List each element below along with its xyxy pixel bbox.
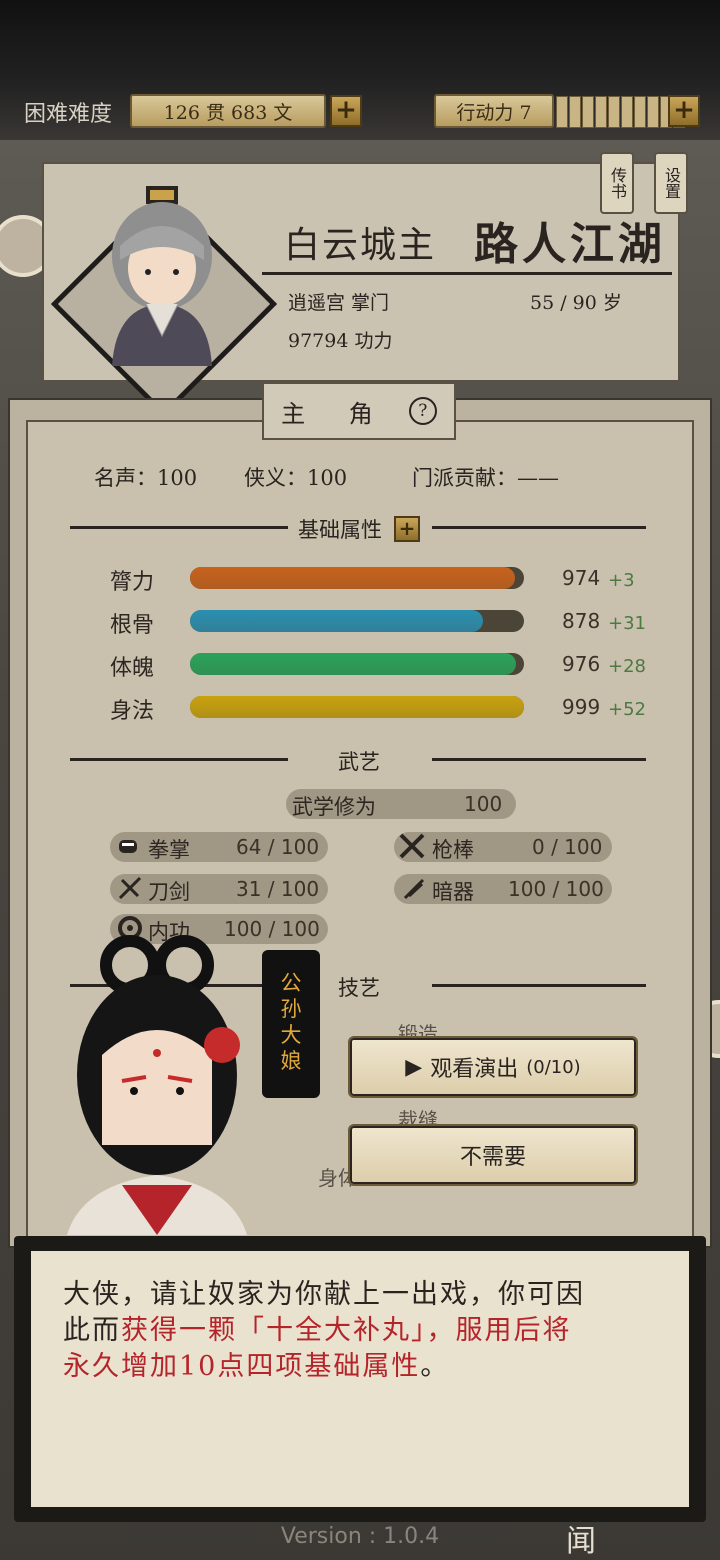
attr-value: 974 <box>562 566 601 590</box>
top-bar: 困难难度 126 贯 683 文 + 行动力 7 + <box>0 0 720 140</box>
attr-bar-fill <box>190 653 516 675</box>
dialog-box[interactable]: 大侠，请让奴家为你献上一出戏，你可因 此而获得一颗「十全大补丸」，服用后将 永久… <box>28 1248 692 1510</box>
spear-icon <box>398 832 426 860</box>
martial-value: 64 / 100 <box>236 835 320 859</box>
attr-bar-fill <box>190 610 484 632</box>
martial-value: 0 / 100 <box>532 835 603 859</box>
dialog-line-3-highlight: 永久增加10点四项基础属性 <box>63 1351 421 1382</box>
dialog-line-2-plain: 此而 <box>63 1315 121 1346</box>
play-icon: ▶ <box>405 1054 423 1080</box>
martial-value: 100 / 100 <box>508 877 604 901</box>
decline-button[interactable]: 不需要 <box>348 1124 638 1186</box>
attr-bonus: +52 <box>608 699 646 720</box>
dialog-text: 大侠，请让奴家为你献上一出戏，你可因 此而获得一颗「十全大补丸」，服用后将 永久… <box>63 1277 673 1385</box>
profile-title: 白云城主 <box>284 225 437 266</box>
martial-label: 暗器 <box>432 880 474 904</box>
martial-divider-left <box>70 758 288 761</box>
profile-age: 55 / 90 岁 <box>530 292 622 314</box>
attr-bonus: +31 <box>608 613 646 634</box>
attr-divider-left <box>70 526 288 529</box>
cultivation-label: 武学修为 <box>292 795 376 819</box>
basic-attrs-header: 基础属性 <box>298 518 382 542</box>
skills-divider-right <box>432 984 646 987</box>
attr-value: 878 <box>562 609 601 633</box>
martial-label: 拳掌 <box>148 838 190 862</box>
add-money-button[interactable]: + <box>330 95 362 127</box>
attr-label: 膂力 <box>110 570 155 595</box>
watch-show-label: 观看演出 <box>430 1057 519 1082</box>
attr-label: 身法 <box>110 699 155 724</box>
version-text: Version : 1.0.4 <box>280 1524 440 1549</box>
avatar[interactable] <box>106 186 218 366</box>
tab-label: 主 角 <box>281 399 391 428</box>
martial-label: 枪棒 <box>432 838 474 862</box>
profile-nickname: 路人江湖 <box>474 219 666 270</box>
sect-contribution-text: 门派贡献：—— <box>412 466 559 490</box>
attr-bar-track <box>190 567 524 589</box>
martial-value: 31 / 100 <box>236 877 320 901</box>
profile-divider <box>262 272 672 275</box>
dialog-line-2-highlight: 获得一颗「十全大补丸」，服用后将 <box>121 1315 572 1346</box>
martial-label: 刀剑 <box>148 880 190 904</box>
letter-button[interactable]: 传书 <box>600 152 634 214</box>
dialog-line-3-plain: 。 <box>420 1351 450 1382</box>
money-display: 126 贯 683 文 <box>130 94 326 128</box>
attr-bar-fill <box>190 696 524 718</box>
skills-header: 技艺 <box>338 976 380 1000</box>
decline-label: 不需要 <box>459 1145 526 1170</box>
action-points-bar <box>556 96 685 128</box>
attr-bar-track <box>190 653 524 675</box>
sword-icon <box>116 874 144 902</box>
attr-add-button[interactable]: + <box>394 516 420 542</box>
attr-bar-fill <box>190 567 516 589</box>
attr-value: 976 <box>562 652 601 676</box>
watch-show-count: (0/10) <box>526 1056 581 1078</box>
attr-bar-track <box>190 610 524 632</box>
attr-value: 999 <box>562 695 601 719</box>
settings-button[interactable]: 设置 <box>654 152 688 214</box>
help-icon[interactable]: ? <box>408 397 437 425</box>
attr-label: 根骨 <box>110 613 155 638</box>
profile-sect: 逍遥宫 掌门 <box>288 292 390 314</box>
action-points-display: 行动力 7 <box>434 94 554 128</box>
profile-card: 白云城主 路人江湖 逍遥宫 掌门 55 / 90 岁 97794 功力 <box>42 162 680 418</box>
martial-divider-right <box>432 758 646 761</box>
dialog-line-1: 大侠，请让奴家为你献上一出戏，你可因 <box>63 1279 585 1310</box>
dart-icon <box>400 874 428 902</box>
npc-name: 公孙大娘 <box>280 971 302 1073</box>
martial-header: 武艺 <box>338 750 380 774</box>
cultivation-value: 100 <box>464 792 503 816</box>
attr-bonus: +28 <box>608 656 646 677</box>
attr-label: 体魄 <box>110 656 155 681</box>
attr-divider-right <box>432 526 646 529</box>
bottom-nav-corner-label[interactable]: 闻 <box>566 1516 596 1560</box>
fame-text: 名声：100 <box>94 466 198 490</box>
dialog-line-3: 永久增加10点四项基础属性。 <box>63 1349 673 1385</box>
npc-portrait <box>62 935 252 1235</box>
watch-show-button[interactable]: ▶ 观看演出 (0/10) <box>348 1036 638 1098</box>
fist-icon <box>116 834 140 858</box>
tab-protagonist[interactable]: 主 角 ? <box>262 382 456 440</box>
dialog-line-2: 此而获得一颗「十全大补丸」，服用后将 <box>63 1313 673 1349</box>
difficulty-label: 困难难度 <box>24 102 113 127</box>
chivalry-text: 侠义：100 <box>244 466 348 490</box>
attr-bar-track <box>190 696 524 718</box>
attr-bonus: +3 <box>608 570 635 591</box>
profile-power: 97794 功力 <box>288 330 393 352</box>
add-action-button[interactable]: + <box>668 95 700 127</box>
